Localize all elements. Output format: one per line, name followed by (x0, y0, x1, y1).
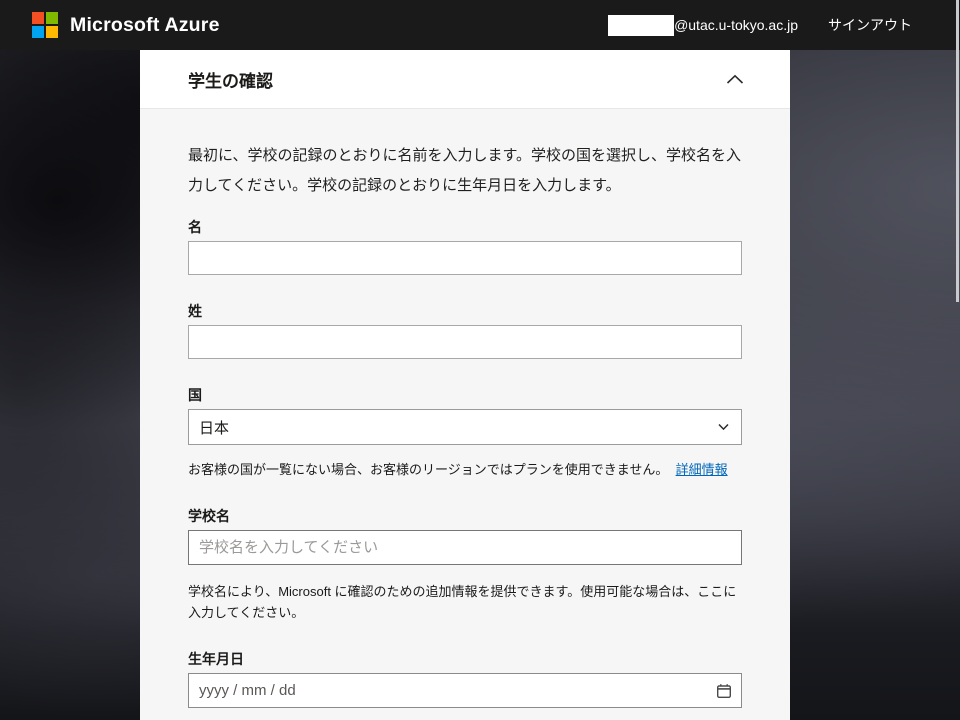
birth-date-group: 生年月日 (188, 651, 742, 708)
microsoft-logo-icon (32, 12, 58, 38)
scrollbar[interactable] (956, 0, 959, 302)
intro-text: 最初に、学校の記録のとおりに名前を入力します。学校の国を選択し、学校名を入力して… (188, 141, 742, 201)
last-name-input[interactable] (188, 325, 742, 359)
birth-date-input[interactable] (188, 673, 742, 708)
student-verification-card: 学生の確認 最初に、学校の記録のとおりに名前を入力します。学校の国を選択し、学校… (140, 50, 790, 720)
account-email: @utac.u-tokyo.ac.jp (608, 15, 798, 36)
sign-out-button[interactable]: サインアウト (828, 15, 912, 35)
page: Microsoft Azure @utac.u-tokyo.ac.jp サインア… (0, 0, 960, 720)
email-redaction-block (608, 15, 674, 36)
country-select[interactable]: 日本 (188, 409, 742, 445)
brand-title: Microsoft Azure (70, 14, 220, 37)
collapse-section-button[interactable] (722, 70, 748, 89)
first-name-input[interactable] (188, 241, 742, 275)
school-group: 学校名 学校名により、Microsoft に確認のための追加情報を提供できます。… (188, 508, 742, 623)
birth-date-label: 生年月日 (188, 651, 742, 667)
azure-brand[interactable]: Microsoft Azure (32, 12, 220, 38)
calendar-picker-button[interactable] (714, 681, 734, 701)
last-name-label: 姓 (188, 303, 742, 319)
card-body: 最初に、学校の記録のとおりに名前を入力します。学校の国を選択し、学校名を入力して… (140, 109, 790, 708)
chevron-up-icon (726, 74, 744, 85)
country-selected-value: 日本 (199, 417, 229, 438)
first-name-group: 名 (188, 219, 742, 275)
country-group: 国 日本 お客様の国が一覧にない場合、お客様のリージョンではプランを使用できませ… (188, 387, 742, 480)
school-helper-text: 学校名により、Microsoft に確認のための追加情報を提供できます。使用可能… (188, 581, 742, 623)
first-name-label: 名 (188, 219, 742, 235)
country-helper-body: お客様の国が一覧にない場合、お客様のリージョンではプランを使用できません。 (188, 462, 668, 477)
country-helper-text: お客様の国が一覧にない場合、お客様のリージョンではプランを使用できません。 詳細… (188, 459, 742, 480)
calendar-icon (716, 683, 732, 699)
learn-more-link[interactable]: 詳細情報 (676, 462, 728, 477)
school-name-input[interactable] (188, 530, 742, 565)
top-bar: Microsoft Azure @utac.u-tokyo.ac.jp サインア… (0, 0, 960, 50)
school-name-label: 学校名 (188, 508, 742, 524)
last-name-group: 姓 (188, 303, 742, 359)
chevron-down-icon (718, 424, 729, 431)
email-domain: @utac.u-tokyo.ac.jp (674, 17, 798, 33)
card-header: 学生の確認 (140, 50, 790, 109)
page-title: 学生の確認 (188, 67, 273, 92)
country-label: 国 (188, 387, 742, 403)
